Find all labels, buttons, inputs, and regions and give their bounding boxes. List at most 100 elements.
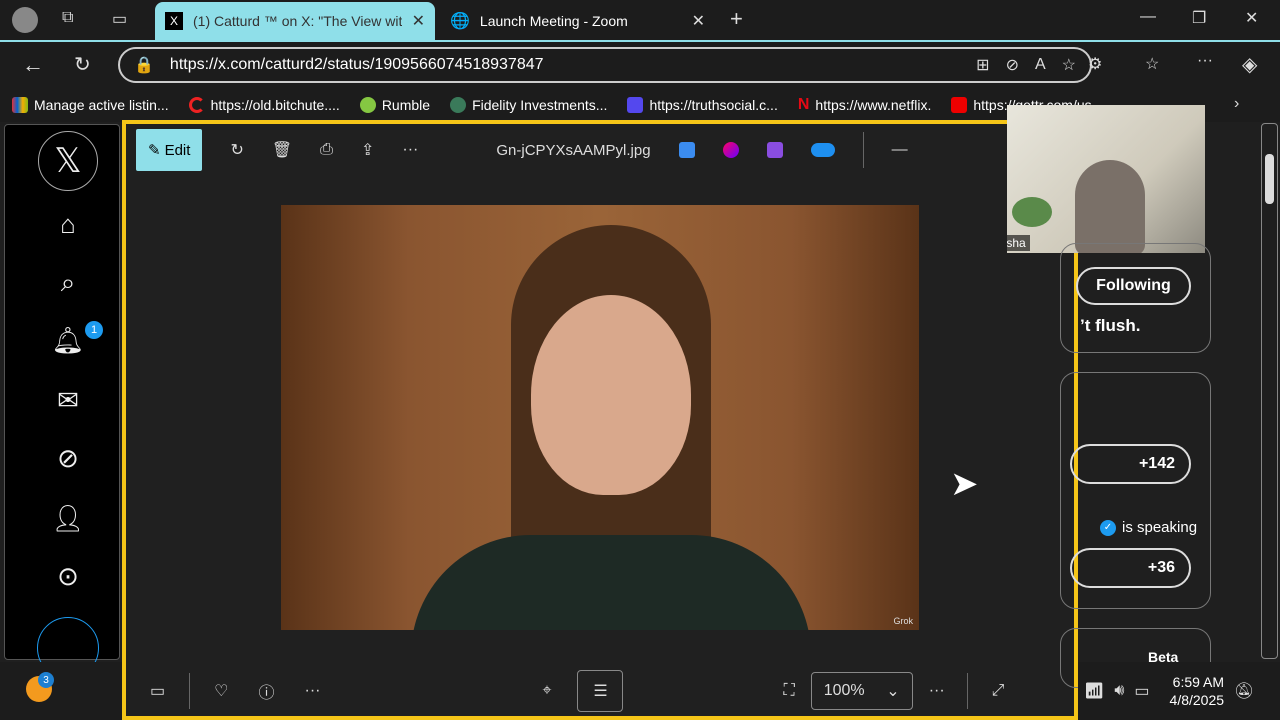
- x-right-panel: Following ’t flush. +142 ✓ is speaking +3…: [1060, 123, 1280, 688]
- lock-icon: 🔒: [134, 57, 154, 74]
- more-icon[interactable]: ⊙: [57, 561, 79, 592]
- more-zoom-options-icon[interactable]: ···: [929, 682, 945, 700]
- bookmark-rumble[interactable]: Rumble: [359, 96, 431, 113]
- more-icon[interactable]: ···: [304, 682, 320, 700]
- rotate-icon[interactable]: ↻: [230, 140, 243, 160]
- filmstrip-icon[interactable]: ▭: [150, 681, 165, 701]
- read-aloud-icon[interactable]: A: [1035, 56, 1046, 74]
- profile-icon[interactable]: 👤︎: [51, 503, 84, 534]
- copilot-icon[interactable]: ◈: [1242, 52, 1257, 77]
- minimize-button[interactable]: —: [1140, 8, 1156, 26]
- favorites-icon[interactable]: ☆: [1145, 54, 1159, 74]
- close-window-button[interactable]: ✕: [1245, 8, 1258, 28]
- zoom-level-dropdown[interactable]: 100% ⌄: [810, 672, 913, 710]
- scrollbar[interactable]: [1261, 123, 1278, 659]
- tab-label: Launch Meeting - Zoom: [479, 13, 628, 29]
- edit-button[interactable]: ✎ Edit: [136, 129, 203, 171]
- viewer-bottom-toolbar: ▭ ♡ ⓘ ··· ⌖ ☰ ⛶ 100% ⌄ ··· ⤢: [136, 669, 1064, 713]
- divider: [966, 673, 968, 709]
- bookmark-label: Manage active listin...: [34, 96, 169, 113]
- volume-icon[interactable]: 🔊︎: [1114, 682, 1124, 700]
- bookmark-label: https://www.netflix.: [815, 96, 932, 113]
- text-scan-icon[interactable]: ☰: [577, 670, 624, 712]
- participant-name: Natasha: [1007, 235, 1030, 251]
- back-button[interactable]: ←: [22, 52, 44, 78]
- share-icon[interactable]: ⇪: [361, 140, 374, 160]
- bitchute-icon: [188, 96, 205, 113]
- divider: [189, 673, 191, 709]
- close-tab-icon[interactable]: ✕: [412, 11, 425, 31]
- bookmark-fidelity[interactable]: Fidelity Investments...: [450, 96, 607, 113]
- following-button[interactable]: Following: [1076, 267, 1191, 305]
- date: 4/8/2025: [1169, 692, 1225, 708]
- bookmark-truthsocial[interactable]: https://truthsocial.c...: [627, 96, 778, 113]
- tab-catturd[interactable]: X (1) Catturd ™ on X: "The View with ✕: [155, 2, 435, 40]
- fullscreen-expand-icon[interactable]: ⤢: [992, 682, 1005, 700]
- print-icon[interactable]: ⎙: [320, 141, 333, 159]
- verified-badge-icon: ✓: [1100, 519, 1116, 536]
- taskbar-badge: 3: [38, 672, 54, 688]
- url-text[interactable]: https://x.com/catturd2/status/1909566074…: [170, 56, 960, 74]
- rumble-icon: [359, 96, 376, 113]
- x-home-logo-icon[interactable]: 𝕏: [38, 131, 98, 191]
- clipchamp-icon[interactable]: [766, 142, 783, 158]
- space-listeners-pill-2[interactable]: +36: [1070, 548, 1191, 588]
- bookmark-label: Rumble: [381, 96, 431, 113]
- restore-button[interactable]: ❐: [1192, 8, 1206, 28]
- fit-to-window-icon[interactable]: ⛶: [783, 682, 794, 700]
- new-tab-button[interactable]: +: [730, 6, 743, 32]
- notifications-bell-icon[interactable]: 🔔︎: [51, 325, 84, 356]
- messages-mail-icon[interactable]: ✉: [57, 385, 79, 416]
- tracking-prevention-icon[interactable]: ⊘: [1006, 55, 1019, 75]
- bookmark-label: https://old.bitchute....: [210, 96, 340, 113]
- refresh-button[interactable]: ↻: [74, 52, 91, 77]
- fidelity-icon: [450, 96, 467, 113]
- bookmark-label: https://truthsocial.c...: [649, 96, 778, 113]
- photo-viewer-window: ✎ Edit ↻ 🗑︎ ⎙ ⇪ ··· Gn-jCPYXsAAMPyl.jpg —…: [122, 120, 1078, 720]
- info-icon[interactable]: ⓘ: [258, 679, 274, 703]
- tab-actions-icon[interactable]: ▭: [112, 9, 127, 29]
- time: 6:59 AM: [1172, 674, 1225, 690]
- home-icon[interactable]: ⌂: [60, 209, 76, 240]
- app-available-icon[interactable]: ⊞: [976, 55, 989, 75]
- scrollbar-thumb[interactable]: [1265, 154, 1274, 204]
- onedrive-icon[interactable]: [810, 143, 835, 157]
- favorite-heart-icon[interactable]: ♡: [214, 681, 228, 701]
- bookmark-netflix[interactable]: Nhttps://www.netflix.: [798, 96, 932, 114]
- edit-label: Edit: [164, 141, 191, 159]
- notifications-snooze-icon[interactable]: 🔕︎: [1234, 681, 1254, 701]
- speaking-label: is speaking: [1122, 519, 1198, 536]
- bookmarks-overflow-chevron-icon[interactable]: ›: [1234, 95, 1239, 113]
- edit-image-icon: ✎: [148, 142, 161, 159]
- grok-icon[interactable]: ⊘: [57, 443, 79, 474]
- clock[interactable]: 6:59 AM 4/8/2025: [1170, 673, 1225, 709]
- ebay-icon: [12, 96, 28, 113]
- wifi-icon[interactable]: 📶︎: [1084, 681, 1104, 701]
- bookmark-bitchute[interactable]: https://old.bitchute....: [188, 96, 340, 113]
- battery-icon[interactable]: ▭: [1134, 681, 1149, 701]
- more-options-icon[interactable]: ···: [402, 141, 418, 159]
- address-bar[interactable]: 🔒 https://x.com/catturd2/status/19095660…: [118, 47, 1092, 83]
- delete-icon[interactable]: 🗑︎: [272, 140, 292, 160]
- workspaces-icon[interactable]: ⧉: [62, 9, 73, 27]
- favorite-star-icon[interactable]: ☆: [1062, 55, 1076, 75]
- minimize-viewer-icon[interactable]: —: [892, 141, 908, 159]
- space-listeners-pill-1[interactable]: +142: [1070, 444, 1191, 484]
- copilot-app-icon[interactable]: [722, 142, 739, 158]
- speaking-status: ✓ is speaking: [1100, 519, 1197, 536]
- profile-avatar[interactable]: [12, 7, 38, 33]
- more-menu-icon[interactable]: ···: [1197, 52, 1213, 70]
- face: [531, 295, 691, 495]
- tab-zoom[interactable]: 🌐 Launch Meeting - Zoom ✕: [440, 2, 715, 40]
- search-icon[interactable]: ⌕: [61, 267, 76, 299]
- divider: [862, 132, 864, 168]
- designer-app-icon[interactable]: [678, 142, 695, 158]
- visual-search-icon[interactable]: ⌖: [542, 682, 551, 700]
- extensions-icon[interactable]: ⚙: [1088, 54, 1102, 74]
- robe: [411, 535, 811, 630]
- tab-label: (1) Catturd ™ on X: "The View with: [193, 13, 402, 29]
- bookmark-ebay[interactable]: Manage active listin...: [12, 96, 169, 113]
- zoom-participant-video[interactable]: Natasha: [1007, 105, 1205, 253]
- grok-watermark: Grok: [893, 616, 913, 626]
- close-tab-icon[interactable]: ✕: [692, 11, 705, 31]
